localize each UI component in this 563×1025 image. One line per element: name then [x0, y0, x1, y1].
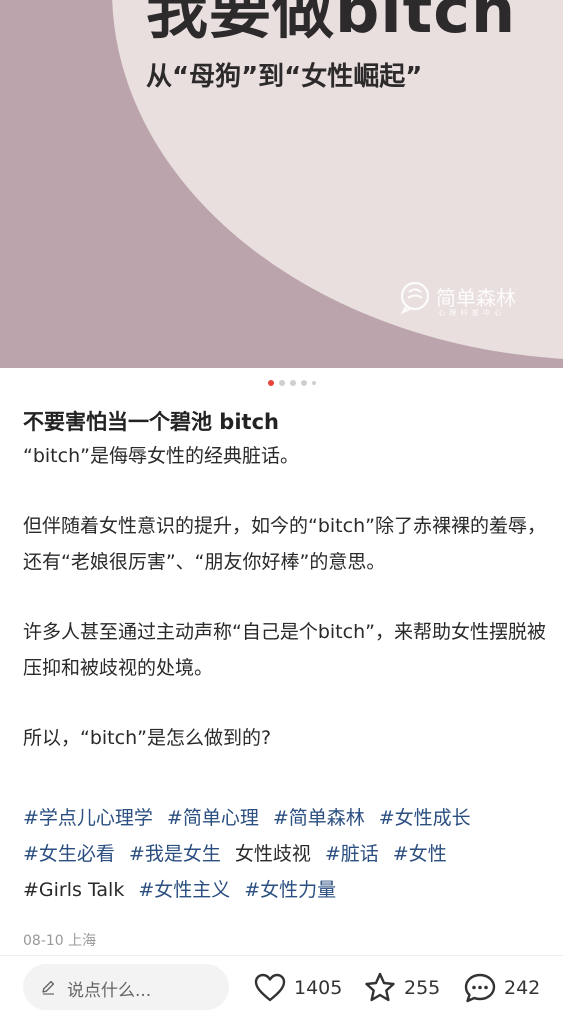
carousel-dot: [311, 381, 316, 385]
hashtag-link[interactable]: #简单森林: [273, 807, 365, 829]
hashtag-text: #Girls Talk: [23, 879, 125, 901]
hashtag-text: 女性歧视: [234, 843, 311, 865]
comment-icon: [464, 973, 496, 1003]
comment-count: 242: [504, 977, 541, 999]
carousel-dot-active: [267, 380, 274, 386]
collect-button[interactable]: 255: [362, 968, 440, 1008]
hashtag-link[interactable]: #脏话: [325, 843, 379, 865]
like-button[interactable]: 1405: [252, 968, 342, 1008]
heart-icon: [254, 973, 286, 1002]
comment-placeholder: 说点什么...: [67, 981, 152, 1001]
like-count: 1405: [294, 977, 343, 999]
comment-button[interactable]: 242: [462, 968, 540, 1008]
collect-count: 255: [404, 977, 441, 999]
carousel-dot: [300, 380, 307, 386]
watermark-text: 简单森林: [436, 286, 516, 310]
speech-bubble-logo-icon: [400, 281, 430, 314]
bottom-action-bar: 说点什么... 1405 255 242: [0, 955, 563, 1025]
hashtag-link[interactable]: #我是女生: [129, 843, 221, 865]
post-content: 不要害怕当一个碧池 bitch “bitch”是侮辱女性的经典脏话。 但伴随着女…: [23, 404, 548, 756]
cover-image[interactable]: 我要做bitch 从“母狗”到“女性崛起” 简单森林 心 理 科 普 中 心: [0, 0, 563, 368]
hashtag-link[interactable]: #女性成长: [379, 807, 471, 829]
cover-title: 我要做bitch: [146, 0, 517, 47]
post-paragraph: 但伴随着女性意识的提升，如今的“bitch”除了赤裸裸的羞辱，还有“老娘很厉害”…: [23, 515, 546, 573]
star-icon: [365, 972, 395, 1002]
hashtag-link[interactable]: #女性力量: [244, 879, 336, 901]
hashtag-link[interactable]: #简单心理: [167, 807, 259, 829]
carousel-dot: [289, 380, 296, 386]
post-paragraph: 所以，“bitch”是怎么做到的?: [23, 727, 272, 749]
post-paragraph: “bitch”是侮辱女性的经典脏话。: [23, 445, 299, 467]
hashtag-link[interactable]: #女生必看: [23, 843, 115, 865]
hashtag-link[interactable]: #女性: [393, 843, 447, 865]
carousel-indicator: [0, 380, 563, 386]
cover-subtitle: 从“母狗”到“女性崛起”: [146, 62, 423, 92]
post-date-location: 08-10 上海: [23, 933, 97, 949]
post-paragraph: 许多人甚至通过主动声称“自己是个bitch”，来帮助女性摆脱被压抑和被歧视的处境…: [23, 621, 546, 679]
hashtag-link[interactable]: #女性主义: [138, 879, 230, 901]
post-title: 不要害怕当一个碧池 bitch: [23, 410, 279, 434]
carousel-dot: [278, 380, 285, 386]
comment-input[interactable]: 说点什么...: [23, 964, 229, 1010]
hashtag-list: #学点儿心理学 #简单心理 #简单森林 #女性成长 #女生必看 #我是女生 女性歧视 #脏话…: [23, 800, 553, 908]
pencil-icon: [42, 980, 55, 995]
hashtag-link[interactable]: #学点儿心理学: [23, 807, 153, 829]
watermark-subtext: 心 理 科 普 中 心: [438, 309, 503, 317]
